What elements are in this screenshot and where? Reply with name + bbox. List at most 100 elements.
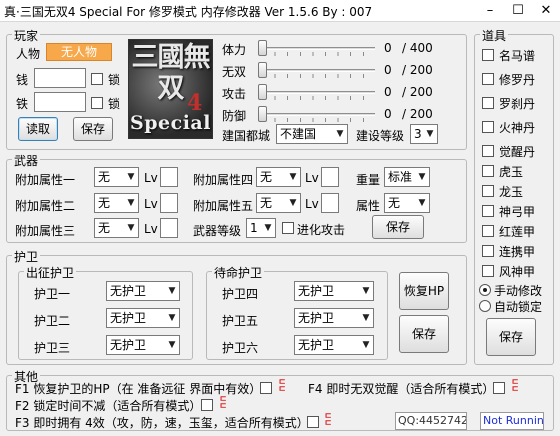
build-level-select[interactable]: 3 ▼ — [410, 124, 438, 144]
manual-mode-radio[interactable] — [479, 284, 491, 296]
guard-2-value: 无护卫 — [110, 311, 147, 325]
item-7-checkbox[interactable] — [482, 185, 494, 197]
guard-3-select[interactable]: 无护卫 ▼ — [106, 335, 180, 355]
weapon-attr-1-select[interactable]: 无 ▼ — [94, 167, 139, 187]
stat-attack-value: 0 — [384, 85, 392, 99]
weapon-attr-5-select[interactable]: 无 ▼ — [256, 193, 301, 213]
iron-input[interactable] — [34, 92, 86, 112]
qq-contact: QQ:44527421 — [395, 412, 467, 430]
weapon-level-value: 1 — [250, 221, 258, 235]
weapon-attr-1-lv-input[interactable] — [160, 167, 178, 187]
guard-6-select[interactable]: 无护卫 ▼ — [294, 335, 374, 355]
chevron-down-icon: ▼ — [286, 194, 300, 212]
chevron-down-icon: ▼ — [333, 125, 347, 143]
weapon-save-button[interactable]: 保存 — [372, 215, 424, 239]
chevron-down-icon: ▼ — [415, 194, 429, 212]
weapon-attr-2-select[interactable]: 无 ▼ — [94, 193, 139, 213]
restore-hp-button[interactable]: 恢复HP — [399, 272, 449, 310]
weapon-attr-4-value: 无 — [260, 170, 273, 184]
item-8-checkbox[interactable] — [482, 205, 494, 217]
stat-hp-slider[interactable] — [258, 40, 378, 56]
hotkey-f3-checkbox[interactable] — [307, 416, 319, 428]
weapon-group-label: 武器 — [12, 152, 41, 169]
weapon-attr-2-value: 无 — [98, 196, 111, 210]
chevron-down-icon: ▼ — [261, 219, 275, 237]
maximize-button[interactable]: ☐ — [504, 0, 532, 22]
chevron-down-icon: ▼ — [165, 309, 179, 327]
money-lock-checkbox[interactable] — [91, 73, 103, 85]
weapon-attr-2-lv-label: Lv — [144, 197, 158, 211]
hotkey-f4-indicator: ㄷ ㄷ — [511, 378, 520, 395]
weapon-attr-3-value: 无 — [98, 221, 111, 235]
weapon-level-label: 武器等级 — [193, 224, 242, 238]
stat-attack-slider[interactable] — [258, 84, 378, 100]
item-1-label: 名马谱 — [499, 49, 536, 63]
chevron-down-icon: ▼ — [124, 219, 138, 237]
item-9-label: 红莲甲 — [499, 225, 536, 239]
item-4-checkbox[interactable] — [482, 121, 494, 133]
guard-save-button[interactable]: 保存 — [399, 315, 449, 353]
stat-attack-label: 攻击 — [222, 87, 247, 101]
auto-lock-radio[interactable] — [479, 300, 491, 312]
item-6-checkbox[interactable] — [482, 165, 494, 177]
evolve-attack-checkbox[interactable] — [282, 222, 294, 234]
guard-1-select[interactable]: 无护卫 ▼ — [106, 281, 180, 301]
item-10-checkbox[interactable] — [482, 245, 494, 257]
weapon-element-select[interactable]: 无 ▼ — [384, 193, 430, 213]
chevron-down-icon: ▼ — [415, 168, 429, 186]
stat-musou-slider[interactable] — [258, 62, 378, 78]
weapon-attr-4-select[interactable]: 无 ▼ — [256, 167, 301, 187]
stat-defense-slider[interactable] — [258, 106, 378, 122]
hotkey-f2-checkbox[interactable] — [201, 399, 213, 411]
hotkey-f4-checkbox[interactable] — [493, 382, 505, 394]
weapon-attr-1-value: 无 — [98, 170, 111, 184]
minimize-button[interactable]: – — [476, 0, 504, 22]
weapon-weight-select[interactable]: 标准 ▼ — [384, 167, 430, 187]
weapon-attr-2-label: 附加属性二 — [15, 199, 76, 213]
item-2-checkbox[interactable] — [482, 73, 494, 85]
money-input[interactable] — [34, 68, 86, 88]
weapon-attr-2-lv-input[interactable] — [160, 193, 178, 213]
stat-defense-value: 0 — [384, 107, 392, 121]
weapon-attr-3-lv-input[interactable] — [160, 218, 178, 238]
weapon-weight-value: 标准 — [388, 170, 413, 184]
character-label: 人物 — [16, 47, 41, 61]
character-value: 无人物 — [46, 43, 112, 61]
hotkey-f4-label: F4 即时无双觉醒（适合所有模式） — [308, 382, 495, 396]
iron-lock-checkbox[interactable] — [91, 97, 103, 109]
logo-word: Special — [130, 112, 211, 134]
guard-2-select[interactable]: 无护卫 ▼ — [106, 308, 180, 328]
weapon-attr-5-lv-label: Lv — [305, 197, 319, 211]
weapon-attr-5-lv-input[interactable] — [321, 193, 339, 213]
stat-musou-label: 无双 — [222, 65, 247, 79]
guard-5-select[interactable]: 无护卫 ▼ — [294, 308, 374, 328]
player-save-button[interactable]: 保存 — [73, 117, 113, 141]
iron-lock-label: 锁 — [108, 97, 121, 111]
items-save-button[interactable]: 保存 — [486, 318, 536, 356]
item-4-label: 火神丹 — [499, 121, 536, 135]
weapon-level-select[interactable]: 1 ▼ — [246, 218, 276, 238]
stat-hp-label: 体力 — [222, 43, 247, 57]
item-5-checkbox[interactable] — [482, 145, 494, 157]
item-3-checkbox[interactable] — [482, 97, 494, 109]
item-9-checkbox[interactable] — [482, 225, 494, 237]
manual-mode-label: 手动修改 — [494, 284, 543, 298]
guard-4-select[interactable]: 无护卫 ▼ — [294, 281, 374, 301]
hotkey-f1-checkbox[interactable] — [260, 382, 272, 394]
item-6-label: 虎玉 — [499, 165, 524, 179]
capital-label: 建国都城 — [222, 129, 271, 143]
weapon-attr-3-select[interactable]: 无 ▼ — [94, 218, 139, 238]
items-group-label: 道具 — [480, 27, 509, 44]
weapon-attr-4-lv-input[interactable] — [321, 167, 339, 187]
item-1-checkbox[interactable] — [482, 49, 494, 61]
item-11-checkbox[interactable] — [482, 265, 494, 277]
close-button[interactable]: ✕ — [532, 0, 560, 22]
hotkey-f1-indicator: ㄷ ㄷ — [278, 378, 287, 395]
read-button[interactable]: 读取 — [18, 117, 58, 141]
guard-1-value: 无护卫 — [110, 284, 147, 298]
hotkey-f3-indicator: ㄷ ㄷ — [324, 412, 333, 429]
capital-select[interactable]: 不建国 ▼ — [276, 124, 348, 144]
hotkey-f2-indicator: ㄷ ㄷ — [219, 395, 228, 412]
guard-3-label: 护卫三 — [34, 341, 71, 355]
chevron-down-icon: ▼ — [359, 282, 373, 300]
